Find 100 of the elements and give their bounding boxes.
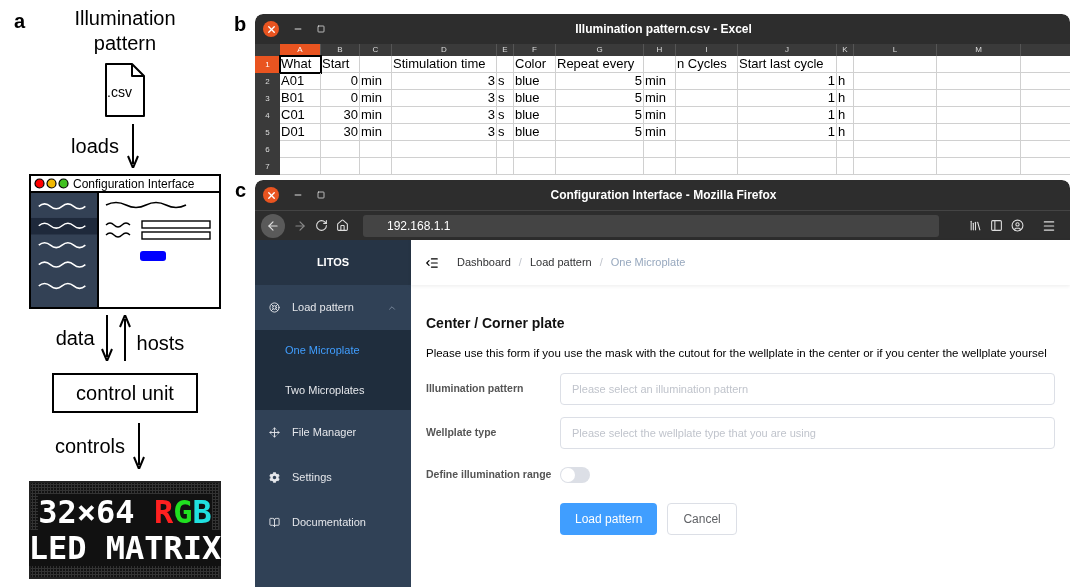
spreadsheet-cell-text: 0 [349, 73, 359, 89]
row-header[interactable]: 3 [255, 90, 280, 107]
spreadsheet-cell-text: 3 [486, 90, 496, 106]
row-header[interactable]: 4 [255, 107, 280, 124]
row-header[interactable]: 2 [255, 73, 280, 90]
spreadsheet-cell-text: h [837, 90, 847, 106]
spreadsheet-cell-text: 3 [486, 124, 496, 140]
spreadsheet-cell-text: min [644, 90, 667, 106]
column-header[interactable]: K [837, 44, 854, 56]
file-extension: .csv [107, 84, 132, 100]
spreadsheet-cell-text: min [360, 90, 383, 106]
down-arrow [133, 423, 145, 469]
spreadsheet-cell-text: min [644, 107, 667, 123]
maximize-icon[interactable] [317, 25, 325, 33]
select-field[interactable]: Please select an illumination pattern [560, 373, 1055, 405]
up-arrow [118, 315, 131, 361]
account-icon[interactable] [1011, 219, 1024, 232]
url-text: 192.168.1.1 [387, 217, 451, 235]
column-header[interactable]: E [497, 44, 514, 56]
spreadsheet-cell-text: B01 [280, 90, 306, 106]
row-header[interactable]: 6 [255, 141, 280, 158]
arrow-label: hosts [136, 331, 185, 356]
spreadsheet-cell-text: h [837, 107, 847, 123]
sidebar-item[interactable]: Settings [255, 455, 411, 500]
close-button[interactable] [263, 21, 279, 37]
spreadsheet-cell-text: What [280, 56, 313, 72]
spreadsheet-cell-text: blue [514, 73, 541, 89]
spreadsheet-cell-text: 30 [342, 124, 359, 140]
menu-toggle-icon[interactable] [425, 255, 439, 270]
select-field[interactable]: Please select the wellplate type that you are using [560, 417, 1055, 449]
close-button[interactable] [263, 187, 279, 203]
spreadsheet-cell-text: s [497, 124, 506, 140]
column-header[interactable]: G [556, 44, 644, 56]
arrow-label: loads [71, 134, 119, 159]
spreadsheet-cell-text: min [644, 73, 667, 89]
spreadsheet-cell-text: Start last cycle [738, 56, 825, 72]
back-button[interactable] [261, 213, 285, 238]
form-heading: Center / Corner plate [426, 314, 566, 333]
control-unit-box: control unit [52, 373, 198, 413]
window-dot-icon [34, 178, 45, 189]
column-header[interactable]: A [280, 44, 321, 56]
library-icon[interactable] [969, 219, 982, 232]
column-header[interactable]: D [392, 44, 497, 56]
reload-icon[interactable] [315, 219, 328, 232]
field-label: Define illumination range [426, 467, 553, 483]
column-header[interactable]: H [644, 44, 676, 56]
spreadsheet-cell-text: min [644, 124, 667, 140]
spreadsheet-cell-text: s [497, 73, 506, 89]
close-icon [265, 23, 277, 35]
menu-icon[interactable] [1042, 218, 1056, 233]
sidebar-icon[interactable] [990, 219, 1003, 232]
home-icon[interactable] [336, 219, 349, 232]
panel-label: b [233, 14, 248, 37]
column-header[interactable]: L [854, 44, 937, 56]
row-header[interactable]: 1 [255, 56, 280, 73]
row-header[interactable]: 5 [255, 124, 280, 141]
breadcrumb-link[interactable]: Load pattern [529, 254, 592, 271]
close-icon [265, 189, 277, 201]
column-header[interactable]: J [738, 44, 837, 56]
down-arrow [126, 124, 139, 168]
spreadsheet-cell-text: 1 [826, 73, 836, 89]
breadcrumb-separator: / [599, 255, 603, 271]
spreadsheet-cell-text: min [360, 124, 383, 140]
breadcrumb-link[interactable]: Dashboard [457, 254, 511, 271]
spreadsheet-cell-text: 3 [486, 107, 496, 123]
sidebar-item[interactable]: Load pattern [255, 285, 411, 330]
spreadsheet-cell-text: Repeat every [556, 56, 636, 72]
submenu-item[interactable]: Two Microplates [255, 370, 411, 410]
sidebar-item[interactable]: File Manager [255, 410, 411, 455]
panel-label: a [13, 9, 27, 34]
menu-item-icon [269, 472, 280, 483]
window-title: Configuration Interface - Mozilla Firefox [549, 187, 778, 204]
spreadsheet-cell-text: h [837, 73, 847, 89]
panel-label: c [234, 180, 248, 203]
column-header[interactable]: M [937, 44, 1021, 56]
column-header[interactable]: C [360, 44, 392, 56]
submenu-item[interactable]: One Microplate [255, 330, 411, 370]
spreadsheet-cell-text: min [360, 73, 383, 89]
spreadsheet-cell-text: 5 [633, 73, 643, 89]
row-header[interactable]: 7 [255, 158, 280, 175]
secondary-button[interactable]: Cancel [667, 503, 737, 535]
window-dot-icon [46, 178, 57, 189]
sidebar-item[interactable]: Documentation [255, 500, 411, 545]
spreadsheet-cell-text: 5 [633, 124, 643, 140]
spreadsheet-cell-text: A01 [280, 73, 306, 89]
maximize-icon[interactable] [317, 191, 325, 199]
field-label: Illumination pattern [426, 381, 525, 397]
field-label: Wellplate type [426, 425, 498, 441]
column-header[interactable]: B [321, 44, 360, 56]
spreadsheet-cell-text: blue [514, 107, 541, 123]
spreadsheet-cell-text: h [837, 124, 847, 140]
column-header[interactable]: I [676, 44, 738, 56]
spreadsheet-cell-text: s [497, 90, 506, 106]
toggle-switch[interactable] [560, 467, 590, 483]
column-header[interactable]: F [514, 44, 556, 56]
spreadsheet-cell-text: 5 [633, 90, 643, 106]
address-bar[interactable]: 192.168.1.1 [363, 214, 939, 237]
spreadsheet-cell-text: C01 [280, 107, 306, 123]
brand-title: LITOS [316, 255, 350, 271]
spreadsheet-cell-text: 5 [633, 107, 643, 123]
